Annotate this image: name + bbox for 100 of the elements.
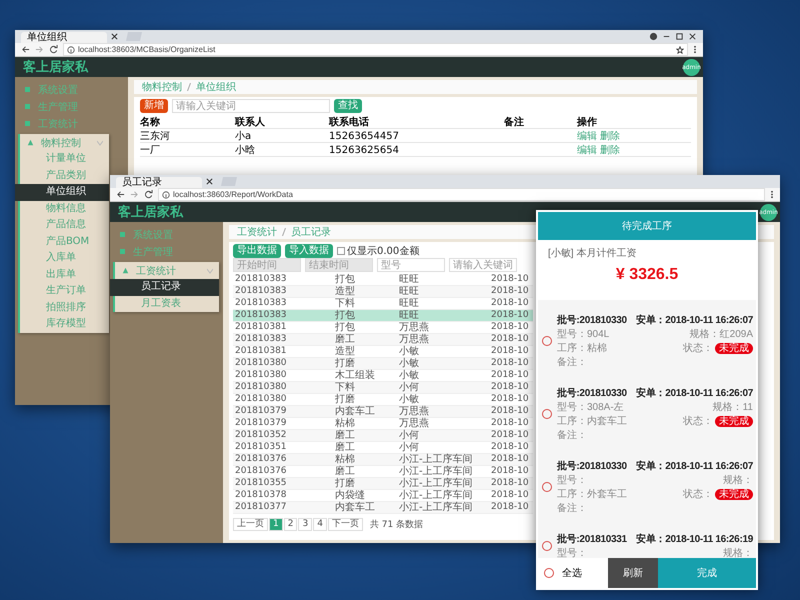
back-arrow-icon[interactable] bbox=[116, 190, 125, 199]
task-card[interactable]: 批号:201810331 安单：2018-10-11 16:26:19 型号： 规格： bbox=[538, 523, 756, 558]
table-row[interactable]: 201810383 造型 旺旺 2018-10 bbox=[233, 286, 533, 298]
table-cell: 2018-10 bbox=[491, 346, 529, 357]
next-page-button[interactable]: 下一页 bbox=[328, 518, 363, 531]
table-cell-text: 打包 bbox=[335, 322, 356, 333]
more-menu-icon[interactable] bbox=[693, 45, 697, 54]
browser-tab[interactable]: 员工记录 bbox=[116, 177, 202, 188]
status-badge: 未完成 bbox=[715, 342, 753, 354]
page-button[interactable]: 2 bbox=[284, 518, 298, 531]
close-icon[interactable] bbox=[111, 33, 118, 40]
table-cell: 2018-10 bbox=[491, 358, 529, 369]
refresh-button[interactable]: 刷新 bbox=[608, 558, 658, 588]
url-text: localhost:38603/Report/WorkData bbox=[173, 190, 293, 199]
table-row[interactable]: 201810380 下料 小何 2018-10 bbox=[233, 382, 533, 394]
table-cell: 2018-10 bbox=[491, 310, 529, 321]
table-cell-text: 下料 bbox=[335, 298, 356, 309]
back-arrow-icon[interactable] bbox=[21, 45, 30, 54]
filter-field[interactable]: 请输入关键词 bbox=[449, 258, 517, 272]
status-label: 状态： bbox=[683, 488, 713, 501]
reload-icon[interactable] bbox=[144, 190, 153, 199]
table-cell: 2018-10 bbox=[491, 454, 529, 465]
batch-number: 批号:201810330 bbox=[557, 386, 627, 400]
table-cell-text: 小敏 bbox=[399, 358, 420, 369]
process-text: 工序：内套车工 bbox=[557, 414, 627, 428]
search-field[interactable]: 请输入关键词 bbox=[172, 99, 330, 113]
task-card[interactable]: 批号:201810330 安单：2018-10-11 16:26:07 型号：904L 规格：红209A 工序：粘棉 状态： 未完成 备注： bbox=[538, 304, 756, 377]
table-cell-text: 小敏 bbox=[399, 394, 420, 405]
table-cell-text: 磨工 bbox=[335, 442, 356, 453]
close-icon[interactable] bbox=[206, 178, 213, 185]
batch-number: 批号:201810331 bbox=[557, 532, 627, 546]
task-card[interactable]: 批号:201810330 安单：2018-10-11 16:26:07 型号：308A-左 规格：11 工序：内套车工 状态： 未完成 备注： bbox=[538, 377, 756, 450]
caret-icon bbox=[207, 268, 213, 274]
prev-page-button[interactable]: 上一页 bbox=[233, 518, 268, 531]
browser-tab[interactable]: 单位组织 bbox=[21, 32, 107, 43]
filter-field[interactable]: 型号 bbox=[377, 258, 445, 272]
table-row[interactable]: 201810355 打磨 小江-上工序车间 2018-10 bbox=[233, 478, 533, 490]
reload-icon[interactable] bbox=[49, 45, 58, 54]
table-cell-text: 一厂 bbox=[140, 144, 161, 157]
close-icon[interactable] bbox=[688, 32, 697, 41]
table-cell-text: 201810380 bbox=[235, 358, 288, 369]
table-row[interactable]: 201810383 打包 旺旺 2018-10 bbox=[233, 310, 533, 322]
table-cell: 2018-10 bbox=[491, 370, 529, 381]
group-icon bbox=[26, 138, 35, 147]
maximize-icon[interactable] bbox=[675, 32, 684, 41]
page-button[interactable]: 4 bbox=[313, 518, 327, 531]
table-cell-text: 下料 bbox=[335, 382, 356, 393]
radio-button[interactable] bbox=[542, 482, 552, 492]
table-row[interactable]: 201810352 磨工 小何 2018-10 bbox=[233, 430, 533, 442]
table-cell-text: 打磨 bbox=[335, 478, 356, 489]
radio-button[interactable] bbox=[542, 336, 552, 346]
more-menu-icon[interactable] bbox=[770, 190, 774, 199]
table-cell: 2018-10 bbox=[491, 334, 529, 345]
table-cell-text: 201810377 bbox=[235, 502, 288, 513]
table-cell: 2018-10 bbox=[491, 418, 529, 429]
table-cell-text: 粘棉 bbox=[335, 454, 356, 465]
table-cell-text: 旺旺 bbox=[399, 310, 420, 321]
table-cell-text: 万思燕 bbox=[399, 418, 430, 429]
table-cell-text: 201810355 bbox=[235, 478, 288, 489]
table-cell-text: 内套车工 bbox=[335, 406, 376, 417]
salary-label: [小敏] 本月计件工资 bbox=[548, 246, 638, 260]
table-cell-text: 打磨 bbox=[335, 358, 356, 369]
table-cell-text: 201810381 bbox=[235, 322, 288, 333]
add-button[interactable]: 新增 bbox=[140, 99, 168, 113]
table-row[interactable]: 201810376 粘棉 小江-上工序车间 2018-10 bbox=[233, 454, 533, 466]
table-row[interactable]: 201810377 内套车工 小江-上工序车间 2018-10 bbox=[233, 502, 533, 514]
table-row[interactable]: 201810383 磨工 万思燕 2018-10 bbox=[233, 334, 533, 346]
note-text: 备注： bbox=[557, 502, 587, 515]
menu-item[interactable]: 单位组织 bbox=[15, 184, 109, 200]
spec-text: 规格：红209A bbox=[690, 328, 753, 341]
table-cell: 2018-10 bbox=[491, 298, 529, 309]
page-button[interactable]: 3 bbox=[298, 518, 312, 531]
star-icon[interactable] bbox=[676, 46, 684, 54]
table-cell-text: 木工组装 bbox=[335, 370, 376, 381]
table-cell-text: 磨工 bbox=[335, 430, 356, 441]
table-cell-text: 201810376 bbox=[235, 454, 288, 465]
table-cell-text: 旺旺 bbox=[399, 274, 420, 285]
radio-button[interactable] bbox=[542, 409, 552, 419]
menu-item[interactable]: 员工记录 bbox=[110, 279, 219, 296]
table-row[interactable]: 201810379 内套车工 万思燕 2018-10 bbox=[233, 406, 533, 418]
table-cell-text: 小江-上工序车间 bbox=[399, 502, 474, 513]
process-text: 工序：外套车工 bbox=[557, 488, 627, 501]
order-time: 安单：2018-10-11 16:26:07 bbox=[636, 459, 753, 473]
table-cell: 2018-10 bbox=[491, 502, 529, 513]
table-cell-text: 201810381 bbox=[235, 346, 288, 357]
table-cell-text: 201810379 bbox=[235, 418, 288, 429]
process-text: 工序：粘棉 bbox=[557, 342, 607, 355]
address-bar[interactable]: localhost:38603/MCBasis/OrganizeList bbox=[63, 43, 688, 56]
task-card[interactable]: 批号:201810330 安单：2018-10-11 16:26:07 型号： 规格： 工序：外套车工 状态： 未完成 备注： bbox=[538, 450, 756, 523]
table-cell: 2018-10 bbox=[491, 466, 529, 477]
address-bar[interactable]: localhost:38603/Report/WorkData bbox=[158, 188, 765, 201]
table-cell-text: 磨工 bbox=[335, 466, 356, 477]
table-cell: 2018-10 bbox=[491, 490, 529, 501]
account-icon[interactable] bbox=[649, 32, 658, 41]
radio-button[interactable] bbox=[542, 541, 552, 551]
filter-checkbox[interactable]: 仅显示0.00金额 bbox=[337, 244, 420, 258]
table-row[interactable]: 201810380 打磨 小敏 2018-10 bbox=[233, 358, 533, 370]
table-cell-text: 小江-上工序车间 bbox=[399, 454, 474, 465]
table-cell-text: 201810383 bbox=[235, 310, 288, 321]
select-all-option[interactable]: 全选 bbox=[538, 558, 608, 588]
